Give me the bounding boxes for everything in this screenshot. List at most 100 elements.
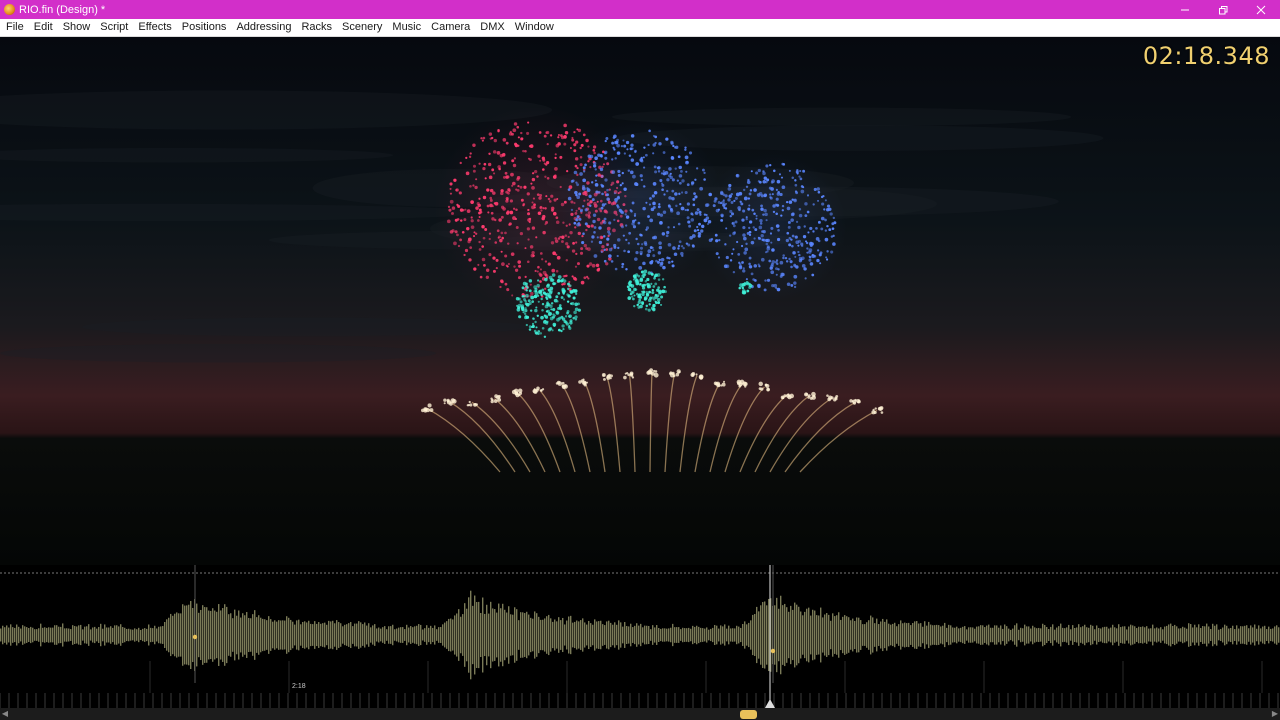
waveform-bar (826, 613, 828, 657)
blue-shell-spark (630, 158, 635, 162)
blue-shell-spark (781, 204, 785, 208)
minimize-button[interactable] (1166, 0, 1204, 19)
fountain-spark (787, 393, 790, 396)
cyan-shell-spark (660, 303, 663, 306)
waveform-bar (1026, 626, 1028, 644)
fountain-spark (623, 375, 627, 380)
blue-shell-spark (743, 236, 747, 241)
menu-positions[interactable]: Positions (177, 19, 232, 36)
blue-shell-spark (798, 213, 803, 218)
menu-effects[interactable]: Effects (133, 19, 176, 36)
red-shell-spark (505, 211, 510, 215)
waveform-bar (174, 613, 176, 657)
waveform-bar (1226, 625, 1228, 645)
blue-shell-spark (684, 148, 687, 151)
red-shell-spark (511, 159, 515, 163)
blue-shell-spark (763, 208, 767, 213)
cyan-shell-spark (648, 303, 651, 306)
red-shell-spark (538, 196, 542, 200)
close-button[interactable] (1242, 0, 1280, 19)
blue-shell-spark (594, 168, 597, 171)
waveform-bar (922, 626, 924, 644)
red-shell-spark (531, 250, 535, 255)
waveform-bar (294, 624, 296, 646)
scroll-left-icon[interactable]: ◀ (0, 709, 10, 719)
fountain-spark (835, 395, 839, 398)
menu-scenery[interactable]: Scenery (337, 19, 387, 36)
cyan-shell-spark (543, 335, 547, 338)
cue-marker[interactable] (192, 634, 198, 640)
waveform-bar (1250, 625, 1252, 645)
blue-shell-spark (760, 194, 764, 198)
waveform-bar (580, 620, 582, 650)
blue-shell-spark (603, 248, 606, 251)
menu-file[interactable]: File (0, 19, 29, 36)
menu-addressing[interactable]: Addressing (231, 19, 296, 36)
restore-button[interactable] (1204, 0, 1242, 19)
timeline-scrollbar[interactable]: ◀ ▶ (0, 708, 1280, 720)
blue-shell-spark (769, 193, 772, 196)
blue-shell-spark (687, 220, 691, 224)
blue-shell-spark (817, 220, 821, 224)
menu-camera[interactable]: Camera (426, 19, 475, 36)
waveform-bar (656, 625, 658, 645)
waveform-bar (598, 621, 600, 649)
scroll-thumb[interactable] (740, 710, 757, 719)
waveform-bar (130, 629, 132, 641)
blue-shell-spark (582, 205, 585, 208)
fountain-spark (627, 373, 631, 377)
waveform-bar (966, 629, 968, 641)
fountain-spark (603, 377, 606, 381)
blue-shell-spark (775, 203, 779, 207)
show-viewport[interactable]: 02:18.348 (0, 37, 1280, 565)
waveform-bar (844, 615, 846, 655)
blue-shell-spark (799, 177, 803, 181)
audio-waveform[interactable] (0, 565, 1280, 708)
cue-marker[interactable] (770, 648, 776, 654)
waveform-bar (1260, 628, 1262, 642)
blue-shell-spark (603, 259, 607, 263)
waveform-bar (486, 604, 488, 666)
waveform-bar (358, 621, 360, 649)
waveform-bar (488, 613, 490, 657)
menu-show[interactable]: Show (58, 19, 96, 36)
fountain-spark (514, 391, 519, 396)
waveform-bar (80, 624, 82, 646)
waveform-bar (378, 627, 380, 643)
cyan-shell-spark (566, 287, 570, 291)
red-shell-spark (540, 209, 543, 212)
waveform-bar (582, 618, 584, 652)
menu-dmx[interactable]: DMX (475, 19, 509, 36)
blue-shell-spark (775, 224, 780, 228)
waveform-bar (794, 602, 796, 668)
red-shell-spark (554, 156, 557, 160)
blue-shell-spark (623, 152, 626, 155)
waveform-bar (320, 623, 322, 647)
menu-racks[interactable]: Racks (296, 19, 337, 36)
waveform-bar (1070, 629, 1072, 641)
blue-shell-spark (748, 204, 751, 207)
menu-music[interactable]: Music (387, 19, 426, 36)
blue-shell-spark (688, 151, 693, 155)
menu-edit[interactable]: Edit (29, 19, 58, 36)
scroll-right-icon[interactable]: ▶ (1270, 709, 1280, 719)
blue-shell-spark (816, 249, 820, 252)
waveform-bar (786, 607, 788, 663)
red-shell-spark (563, 142, 567, 146)
music-timeline[interactable]: 2:18 ◀ ▶ (0, 565, 1280, 720)
cyan-shell-spark (533, 294, 538, 299)
waveform-bar (752, 614, 754, 656)
menu-window[interactable]: Window (510, 19, 559, 36)
waveform-bar (372, 625, 374, 645)
waveform-bar (1196, 627, 1198, 643)
blue-shell-spark (806, 247, 809, 250)
menu-script[interactable]: Script (95, 19, 133, 36)
red-shell-spark (499, 285, 502, 289)
waveform-bar (30, 626, 32, 644)
waveform-bar (720, 625, 722, 645)
title-bar[interactable]: RIO.fin (Design) * (0, 0, 1280, 19)
cyan-shell-spark (532, 317, 535, 320)
red-shell-spark (495, 258, 499, 262)
cyan-shell-spark (525, 323, 528, 327)
red-shell-spark (477, 219, 480, 222)
